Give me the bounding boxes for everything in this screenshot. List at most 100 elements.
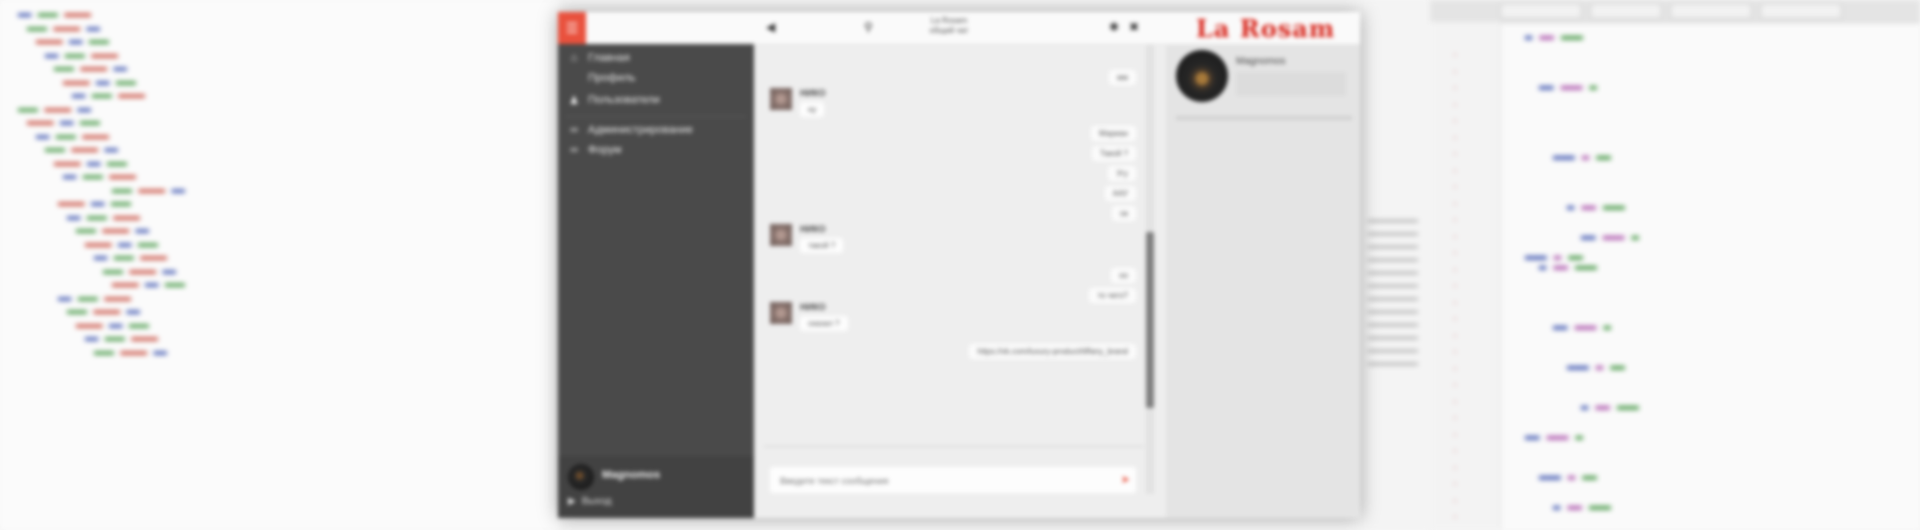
code-line: ▬▬▬ ▬▬▬▬ ▬▬ [54, 62, 127, 75]
back-icon[interactable]: ◀ [766, 20, 775, 34]
code-line: ▬▬▬ ▬ ▬▬ [1539, 470, 1597, 484]
profile-divider [1176, 116, 1352, 120]
file-list-entry [1368, 233, 1418, 235]
chat-subtitle-line: общий чат [929, 26, 969, 35]
line-number: · [1452, 363, 1459, 375]
avatar[interactable] [568, 464, 594, 490]
editor-tab[interactable] [1760, 3, 1842, 19]
profile-card: Magnomos [1176, 50, 1352, 106]
sidebar-item-profile[interactable]: Профиль [568, 68, 636, 88]
message-text: сказал ? [800, 316, 848, 331]
editor-tab[interactable] [1670, 3, 1752, 19]
code-line: ▬ ▬▬ ▬▬▬ [1539, 260, 1597, 274]
chat-scrollbar[interactable] [1146, 44, 1154, 494]
background-file-list [1360, 0, 1430, 530]
message-outgoing: Угу [1108, 166, 1136, 181]
settings-icon[interactable]: ✱ [1109, 20, 1119, 34]
play-icon: ▶ [568, 496, 576, 507]
code-line: ▬▬▬ ▬▬▬▬ ▬▬ [27, 21, 100, 35]
line-number: · [1452, 215, 1459, 226]
current-user-panel: Magnomos ▶ Выход [558, 456, 754, 518]
close-icon[interactable]: ✖ [1129, 20, 1139, 34]
editor-tab[interactable] [1590, 3, 1662, 19]
message-outgoing: Такой ? [1091, 146, 1136, 161]
sidebar-item-home[interactable]: ⌂ Главная [568, 48, 630, 68]
line-number: · [1452, 297, 1459, 309]
code-line: ▬▬▬▬ ▬▬ ▬▬▬ [112, 278, 185, 291]
sidebar-item-admin[interactable]: ∞ Администрирование [568, 120, 693, 140]
message-outgoing: то чего? [1089, 288, 1136, 303]
code-line: ▬▬▬▬ ▬▬ ▬▬▬ [76, 318, 149, 332]
file-list-entry [1368, 324, 1418, 326]
code-line: ▬▬▬ ▬▬▬▬ ▬▬ [18, 102, 91, 116]
line-number: · [1452, 182, 1459, 193]
line-number: · [1452, 380, 1459, 391]
sidebar-item-users[interactable]: ♟ Пользователи [568, 90, 660, 110]
file-list-entry [1368, 246, 1418, 248]
code-line: ▬▬▬ ▬▬▬▬ ▬▬ [103, 264, 176, 278]
line-number: · [1452, 462, 1459, 474]
line-number: · [1452, 314, 1459, 325]
composer-divider [764, 446, 1144, 447]
chat-title-line: La Rosam [930, 16, 968, 25]
line-number: · [1452, 231, 1459, 243]
code-line: ▬▬ ▬▬▬ ▬▬▬▬ [18, 8, 91, 21]
background-code-editor-right: ······························▬ ▬▬ ▬▬▬ ▬… [1430, 0, 1920, 530]
code-line: ▬▬ ▬▬▬ ▬ [1553, 320, 1611, 334]
code-line: ▬▬▬▬ ▬▬ ▬▬▬ [63, 75, 136, 89]
chat-app-window: ☰ ⌂ Главная Профиль ♟ Пользователи ∞ Адм… [558, 12, 1360, 518]
line-number: · [1452, 83, 1459, 94]
message-input[interactable] [770, 467, 1102, 495]
code-line: ▬▬ ▬▬▬ ▬ [1581, 230, 1639, 244]
code-line: ▬▬▬ ▬ ▬▬ [1553, 150, 1611, 164]
avatar[interactable] [1176, 50, 1228, 102]
code-line: ▬▬ ▬▬▬ ▬▬▬▬ [45, 48, 118, 62]
message-outgoing: ок [1112, 206, 1136, 221]
sidebar-item-label: Администрирование [588, 124, 693, 136]
sidebar-divider [566, 116, 746, 117]
file-list-entry [1368, 363, 1418, 365]
message-outgoing-link[interactable]: https://vk.com/luxury-product/tiffany_br… [969, 344, 1136, 359]
sidebar-item-label: Форум [588, 144, 622, 156]
editor-tab-bar [1430, 0, 1920, 23]
code-line: ▬▬▬ ▬▬▬▬ ▬▬ [67, 305, 140, 318]
sidebar-item-forum[interactable]: ∞ Форум [568, 140, 621, 160]
line-number: · [1452, 347, 1459, 358]
search-icon[interactable]: ⚲ [864, 20, 873, 34]
sidebar-header: ☰ [558, 12, 754, 44]
scrollbar-thumb[interactable] [1146, 232, 1154, 408]
sidebar-item-label: Главная [588, 52, 630, 64]
chat-title: La Rosam общий чат [904, 16, 994, 36]
file-list-entry [1368, 220, 1418, 222]
menu-icon[interactable]: ☰ [558, 12, 586, 44]
file-list-entry [1368, 337, 1418, 339]
code-line: ▬▬▬ ▬▬▬▬ ▬▬ [112, 183, 185, 197]
code-line: ▬▬▬ ▬▬▬▬ ▬▬ [45, 143, 118, 156]
line-number: · [1452, 429, 1459, 441]
link-icon: ∞ [570, 124, 578, 136]
line-number: · [1452, 396, 1459, 408]
avatar[interactable] [770, 224, 792, 246]
line-number: · [1452, 413, 1459, 424]
editor-tab[interactable] [1500, 3, 1582, 19]
line-number-gutter [1430, 22, 1501, 530]
avatar[interactable] [770, 302, 792, 324]
background-code-editor-left: ▬▬ ▬▬▬ ▬▬▬▬ ▬▬▬ ▬▬▬▬ ▬▬ ▬▬▬▬ ▬▬ ▬▬▬ ▬▬ ▬… [0, 0, 560, 530]
logout-button[interactable]: ▶ Выход [568, 496, 612, 507]
line-number: · [1452, 149, 1459, 160]
link-icon: ∞ [570, 144, 578, 156]
home-icon: ⌂ [570, 52, 578, 64]
logout-label: Выход [581, 496, 612, 507]
line-number: · [1452, 50, 1459, 61]
line-number: · [1452, 479, 1459, 490]
line-number: · [1452, 198, 1459, 210]
send-icon[interactable]: ➤ [1121, 473, 1130, 486]
message-text: ну [800, 102, 825, 117]
message-author: НИКО [800, 302, 826, 312]
file-list-entry [1368, 298, 1418, 300]
code-line: ▬ ▬▬ ▬▬▬ [1581, 400, 1639, 414]
chat-header: ◀ ⚲ La Rosam общий чат ✱ ✖ [754, 12, 1166, 45]
line-number: · [1452, 330, 1459, 342]
avatar[interactable] [770, 88, 792, 110]
line-number: · [1452, 132, 1459, 144]
